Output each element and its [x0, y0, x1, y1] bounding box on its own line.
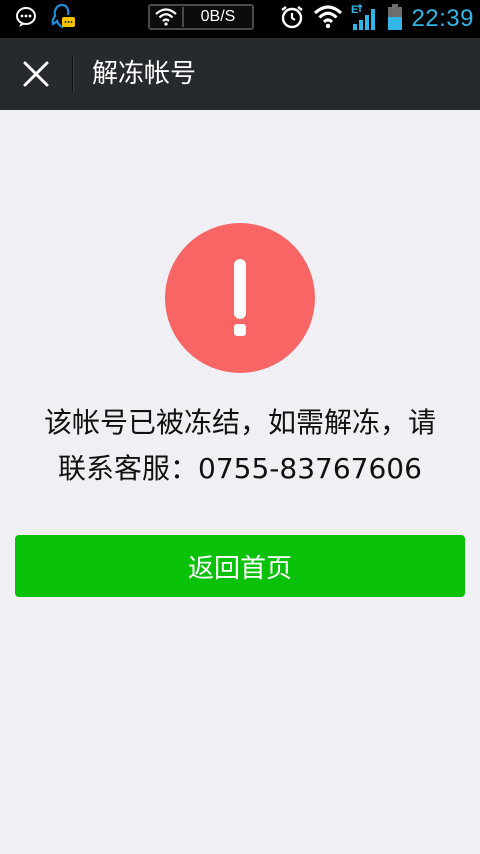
- network-type-label: E: [351, 4, 358, 16]
- title-divider: [72, 56, 73, 92]
- notification-icons: [14, 3, 76, 35]
- return-home-button[interactable]: 返回首页: [15, 535, 465, 597]
- cellular-signal-icon: E: [351, 3, 379, 35]
- wifi-icon: [150, 6, 182, 28]
- net-speed-text: 0B/S: [200, 8, 236, 25]
- message-line-1: 该帐号已被冻结，如需解冻，请: [43, 406, 436, 439]
- status-bar: 0B/S E 22:39: [0, 0, 480, 38]
- battery-icon: [387, 3, 403, 35]
- freeze-message: 该帐号已被冻结，如需解冻，请 联系客服：0755-83767606: [0, 400, 480, 492]
- title-bar: 解冻帐号: [0, 38, 480, 110]
- status-clock: 22:39: [411, 5, 474, 32]
- network-speed-indicator: 0B/S: [148, 4, 254, 30]
- alert-icon-circle: [165, 223, 315, 373]
- chat-bubble-icon: [14, 5, 38, 33]
- close-icon: [23, 61, 49, 87]
- page-title: 解冻帐号: [92, 59, 197, 89]
- close-button[interactable]: [12, 50, 60, 98]
- exclamation-icon: [234, 259, 246, 336]
- system-status-icons: E 22:39: [279, 4, 474, 34]
- alarm-icon: [279, 4, 305, 34]
- message-line-2: 联系客服：0755-83767606: [58, 452, 422, 485]
- qq-notification-icon: [50, 3, 76, 35]
- wifi-signal-icon: [313, 4, 343, 34]
